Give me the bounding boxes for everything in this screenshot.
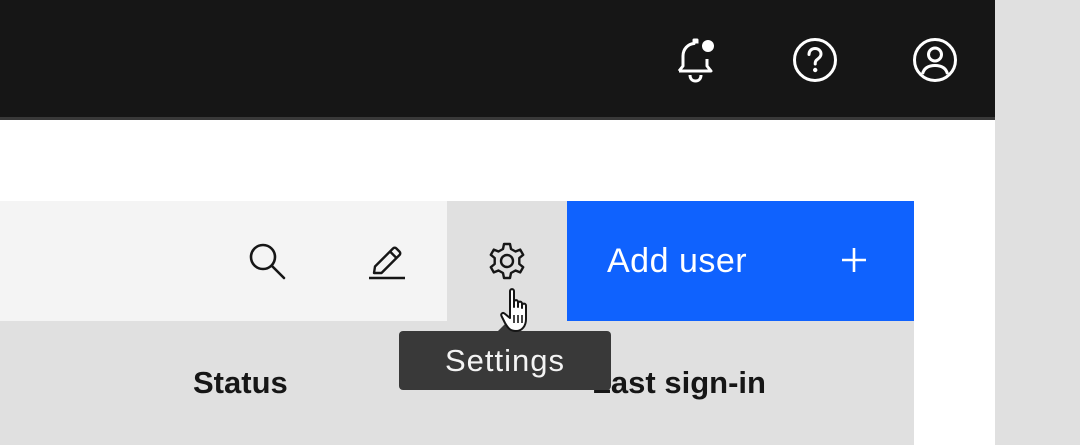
table-toolbar: Add user (0, 201, 914, 321)
tooltip-text: Settings (444, 342, 565, 378)
column-header-last-sign-in[interactable]: Last sign-in (592, 365, 766, 401)
user-avatar-icon (913, 38, 957, 82)
add-user-label: Add user (607, 242, 748, 280)
help-icon (793, 38, 837, 82)
settings-icon (489, 242, 525, 280)
search-button[interactable] (207, 201, 327, 321)
notification-new-icon (677, 38, 714, 83)
column-header-status[interactable]: Status (193, 365, 288, 401)
add-icon (839, 245, 869, 280)
pointer-hand-cursor-icon (500, 287, 544, 340)
stage: Add user Status Last sign-in Settings (0, 0, 1080, 445)
edit-icon (369, 246, 405, 280)
edit-button[interactable] (327, 201, 447, 321)
search-icon (249, 243, 286, 280)
add-user-button[interactable]: Add user (567, 201, 914, 321)
help-button[interactable] (785, 30, 845, 90)
user-profile-button[interactable] (905, 30, 965, 90)
notifications-button[interactable] (665, 30, 725, 90)
app-window: Add user Status Last sign-in Settings (0, 0, 995, 445)
header-bar (0, 0, 995, 120)
